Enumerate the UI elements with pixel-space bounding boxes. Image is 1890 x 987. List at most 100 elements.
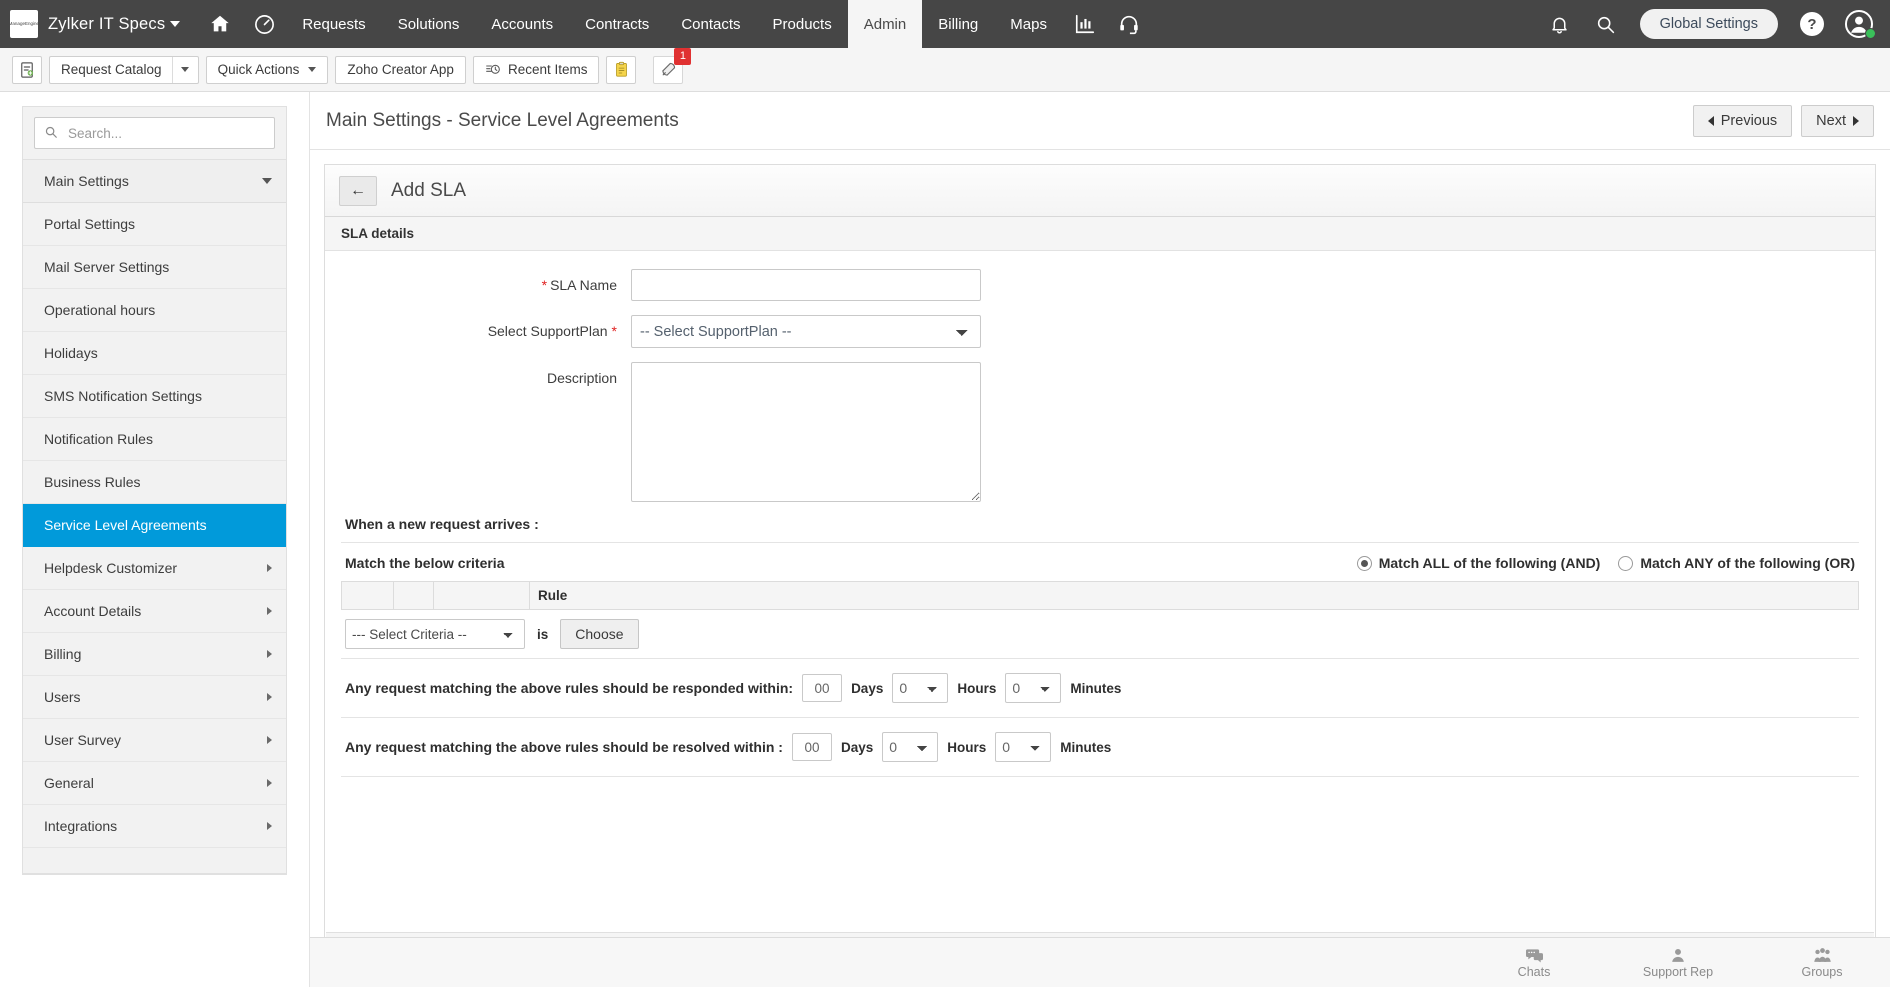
required-star: *	[542, 277, 547, 293]
select-criteria-dropdown[interactable]: --- Select Criteria --	[345, 619, 525, 649]
rocket-icon[interactable]: 1	[653, 56, 683, 84]
col-blank-2	[394, 582, 434, 610]
dashboard-gauge-icon[interactable]	[242, 0, 286, 48]
resolve-hours-select[interactable]: 0	[882, 732, 938, 762]
chevron-right-icon	[267, 736, 272, 744]
request-catalog-label: Request Catalog	[50, 57, 172, 83]
respond-minutes-unit: Minutes	[1070, 681, 1121, 696]
recent-items-button[interactable]: Recent Items	[473, 56, 600, 84]
sidebar-item-label: User Survey	[44, 732, 121, 748]
main-scroll-area: ← Add SLA SLA details *SLA Name	[310, 150, 1890, 987]
match-all-label: Match ALL of the following (AND)	[1379, 555, 1601, 571]
chevron-right-icon	[1853, 116, 1859, 126]
headset-icon[interactable]	[1107, 0, 1151, 48]
sidebar-item-portal-settings[interactable]: Portal Settings	[23, 203, 286, 246]
back-arrow-icon[interactable]: ←	[339, 176, 377, 206]
match-all-radio[interactable]: Match ALL of the following (AND)	[1357, 555, 1601, 571]
footer-support-rep[interactable]: Support Rep	[1630, 947, 1726, 979]
match-mode-radio-group: Match ALL of the following (AND) Match A…	[1357, 555, 1855, 571]
home-icon[interactable]	[198, 0, 242, 48]
sidebar-item-user-survey[interactable]: User Survey	[23, 719, 286, 762]
sla-name-input[interactable]	[631, 269, 981, 301]
sidebar-item-general[interactable]: General	[23, 762, 286, 805]
resolve-minutes-select[interactable]: 0	[995, 732, 1051, 762]
sidebar-item-service-level-agreements[interactable]: Service Level Agreements	[23, 504, 286, 547]
settings-sidebar: Main Settings Portal Settings Mail Serve…	[0, 92, 310, 987]
previous-label: Previous	[1721, 113, 1777, 129]
notification-bell-icon[interactable]	[1538, 0, 1582, 48]
next-button[interactable]: Next	[1801, 105, 1874, 137]
clipboard-icon[interactable]	[606, 56, 636, 84]
footer-groups[interactable]: Groups	[1774, 947, 1870, 979]
search-icon[interactable]	[1584, 0, 1628, 48]
nav-item-contracts[interactable]: Contracts	[569, 0, 665, 48]
nav-item-maps[interactable]: Maps	[994, 0, 1063, 48]
sla-form-body: *SLA Name Select SupportPlan* -- Select …	[325, 251, 1875, 777]
form-title: Add SLA	[391, 180, 466, 202]
sidebar-item-users[interactable]: Users	[23, 676, 286, 719]
app-body: Main Settings Portal Settings Mail Serve…	[0, 92, 1890, 987]
portal-name[interactable]: Zylker IT Specs	[48, 15, 165, 34]
search-input[interactable]	[66, 125, 265, 142]
groups-icon	[1812, 947, 1833, 964]
support-plan-select[interactable]: -- Select SupportPlan --	[631, 315, 981, 348]
sidebar-item-notification-rules[interactable]: Notification Rules	[23, 418, 286, 461]
nav-item-accounts[interactable]: Accounts	[475, 0, 569, 48]
zoho-creator-app-button[interactable]: Zoho Creator App	[335, 56, 466, 84]
main-header: Main Settings - Service Level Agreements…	[310, 92, 1890, 150]
chevron-right-icon	[267, 779, 272, 787]
table-header-row: Rule	[342, 582, 1859, 610]
global-settings-button[interactable]: Global Settings	[1640, 9, 1778, 39]
logo-text: ManageEngine	[10, 21, 38, 26]
sidebar-item-business-rules[interactable]: Business Rules	[23, 461, 286, 504]
sidebar-item-account-details[interactable]: Account Details	[23, 590, 286, 633]
bar-chart-icon[interactable]	[1063, 0, 1107, 48]
quick-actions-dropdown[interactable]: Quick Actions	[206, 56, 329, 84]
respond-hours-select[interactable]: 0	[892, 673, 948, 703]
nav-item-products[interactable]: Products	[757, 0, 848, 48]
nav-item-contacts[interactable]: Contacts	[665, 0, 756, 48]
sidebar-search-wrap	[23, 107, 286, 160]
sidebar-group-label: Main Settings	[44, 173, 129, 189]
sidebar-group-main-settings[interactable]: Main Settings	[23, 160, 286, 203]
respond-days-input[interactable]	[802, 674, 842, 702]
help-icon[interactable]: ?	[1790, 0, 1834, 48]
description-textarea[interactable]	[631, 362, 981, 502]
user-avatar-icon[interactable]	[1842, 7, 1876, 41]
sidebar-item-holidays[interactable]: Holidays	[23, 332, 286, 375]
sidebar-item-billing[interactable]: Billing	[23, 633, 286, 676]
resolve-days-input[interactable]	[792, 733, 832, 761]
match-any-radio[interactable]: Match ANY of the following (OR)	[1618, 555, 1855, 571]
match-criteria-label: Match the below criteria	[345, 555, 504, 571]
sidebar-item-mail-server-settings[interactable]: Mail Server Settings	[23, 246, 286, 289]
respond-hours-unit: Hours	[957, 681, 996, 696]
sidebar-item-operational-hours[interactable]: Operational hours	[23, 289, 286, 332]
nav-item-admin[interactable]: Admin	[848, 0, 923, 48]
resolve-minutes-unit: Minutes	[1060, 740, 1111, 755]
previous-button[interactable]: Previous	[1693, 105, 1792, 137]
chevron-down-icon[interactable]	[172, 57, 198, 83]
chevron-down-icon[interactable]	[170, 21, 180, 27]
sidebar-item-integrations[interactable]: Integrations	[23, 805, 286, 848]
request-catalog-dropdown[interactable]: Request Catalog	[49, 56, 199, 84]
sidebar-item-helpdesk-customizer[interactable]: Helpdesk Customizer	[23, 547, 286, 590]
chevron-right-icon	[267, 822, 272, 830]
choose-button[interactable]: Choose	[560, 619, 638, 649]
sidebar-item-sms-notification-settings[interactable]: SMS Notification Settings	[23, 375, 286, 418]
new-request-icon[interactable]	[12, 56, 42, 84]
rocket-badge: 1	[674, 48, 691, 65]
nav-item-solutions[interactable]: Solutions	[382, 0, 476, 48]
search-box[interactable]	[34, 117, 275, 149]
footer-chats[interactable]: Chats	[1486, 947, 1582, 979]
sidebar-card-footer	[23, 848, 286, 874]
sidebar-item-label: General	[44, 775, 94, 791]
bottom-status-bar: Chats Support Rep Groups	[310, 937, 1890, 987]
support-plan-row: Select SupportPlan* -- Select SupportPla…	[341, 315, 1859, 348]
nav-item-requests[interactable]: Requests	[286, 0, 381, 48]
respond-within-label: Any request matching the above rules sho…	[345, 680, 793, 696]
respond-minutes-select[interactable]: 0	[1005, 673, 1061, 703]
top-navigation-bar: ManageEngine Zylker IT Specs Requests So…	[0, 0, 1890, 48]
match-any-label: Match ANY of the following (OR)	[1640, 555, 1855, 571]
nav-item-billing[interactable]: Billing	[922, 0, 994, 48]
chevron-down-icon	[308, 67, 316, 72]
